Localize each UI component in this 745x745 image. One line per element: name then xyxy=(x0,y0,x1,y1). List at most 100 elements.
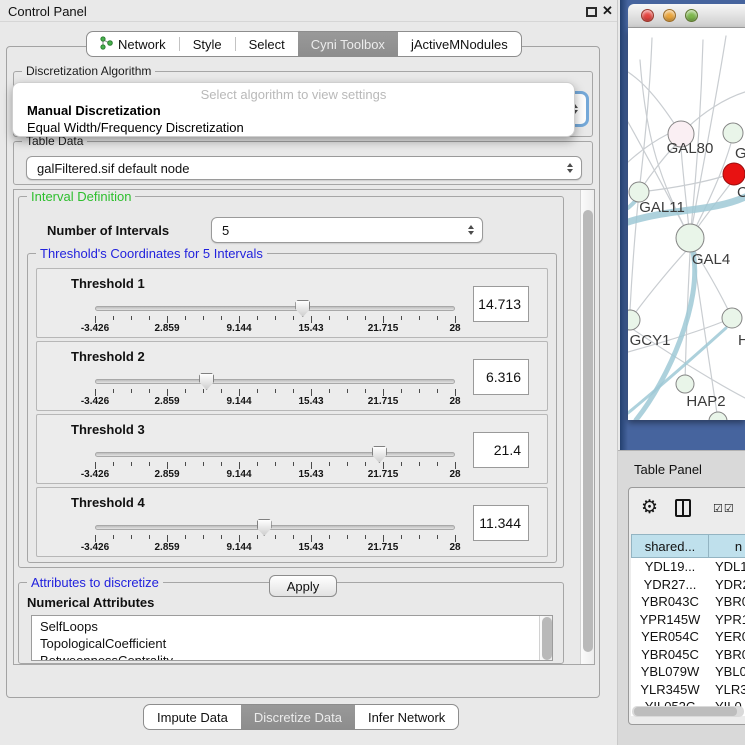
settings-vertical-scrollbar[interactable] xyxy=(580,190,595,665)
number-of-intervals-combobox[interactable]: 5 xyxy=(211,217,483,243)
tab-label: Infer Network xyxy=(368,710,445,725)
tab-cyni-toolbox[interactable]: Cyni Toolbox xyxy=(298,32,398,56)
slider-tick xyxy=(419,389,420,393)
attribute-item-topologicalcoefficient[interactable]: TopologicalCoefficient xyxy=(32,635,552,652)
table-column-header-1[interactable]: n xyxy=(709,534,745,558)
apply-button[interactable]: Apply xyxy=(269,575,337,597)
network-icon xyxy=(100,36,113,53)
close-icon[interactable]: ✕ xyxy=(602,3,613,19)
checked-boxes-icon[interactable]: ☑☑ xyxy=(713,502,735,515)
split-columns-icon[interactable] xyxy=(675,499,691,517)
slider-tick xyxy=(275,316,276,320)
network-node-ga[interactable] xyxy=(723,123,743,143)
table-horizontal-scrollbar[interactable] xyxy=(632,706,744,717)
table-row[interactable]: YDL19...YDL1 xyxy=(631,558,745,576)
slider-tick xyxy=(95,316,96,323)
threshold-slider-track[interactable] xyxy=(95,379,455,384)
attributes-list-scrollbar[interactable] xyxy=(539,616,552,661)
network-canvas[interactable]: GAL80GACGAL11GAL4GCY1HHAP2 xyxy=(628,28,745,420)
slider-tick xyxy=(185,462,186,466)
table-data-combobox[interactable]: galFiltered.sif default node xyxy=(26,156,582,180)
numerical-attributes-list[interactable]: SelfLoopsTopologicalCoefficientBetweenne… xyxy=(31,615,553,661)
slider-tick xyxy=(221,535,222,539)
slider-tick-label: 21.715 xyxy=(368,469,399,480)
threshold-value-field[interactable]: 11.344 xyxy=(473,505,529,541)
table-row[interactable]: YBR043CYBR0 xyxy=(631,593,745,611)
threshold-value-field[interactable]: 14.713 xyxy=(473,286,529,322)
close-traffic-light[interactable] xyxy=(641,9,654,22)
network-node-gcy1[interactable] xyxy=(628,310,640,330)
threshold-slider-thumb[interactable] xyxy=(372,446,387,463)
slider-tick xyxy=(167,316,168,323)
network-node-gal4[interactable] xyxy=(676,224,704,252)
table-data-value: galFiltered.sif default node xyxy=(37,161,189,176)
table-column-header-0[interactable]: shared... xyxy=(631,534,709,558)
network-node-label: GAL80 xyxy=(667,140,714,157)
slider-tick xyxy=(167,462,168,469)
settings-gear-icon[interactable]: ⚙ xyxy=(641,496,658,519)
table-row[interactable]: YPR145WYPR1 xyxy=(631,611,745,629)
threshold-slider-thumb[interactable] xyxy=(257,519,272,536)
threshold-slider-track[interactable] xyxy=(95,525,455,530)
slider-tick-label: 2.859 xyxy=(154,396,179,407)
table-cell: YBL0 xyxy=(709,663,745,681)
network-edge xyxy=(639,176,724,192)
slider-tick xyxy=(347,535,348,539)
threshold-slider-track[interactable] xyxy=(95,306,455,311)
tab-select[interactable]: Select xyxy=(236,32,298,56)
slider-tick xyxy=(347,316,348,320)
network-node-label: HAP2 xyxy=(686,393,725,410)
slider-tick xyxy=(455,535,456,542)
table-row[interactable]: YBR045CYBR0 xyxy=(631,646,745,664)
table-cell: YPR145W xyxy=(631,611,709,629)
control-panel-titlebar: Control Panel ✕ xyxy=(0,0,617,22)
tab-infer-network[interactable]: Infer Network xyxy=(355,705,458,729)
table-cell: YLR3 xyxy=(709,681,745,699)
slider-tick-label: 2.859 xyxy=(154,323,179,334)
slider-tick-label: 21.715 xyxy=(368,323,399,334)
attributes-group-title: Attributes to discretize xyxy=(27,575,163,590)
threshold-value-field[interactable]: 21.4 xyxy=(473,432,529,468)
dropdown-option-manual-discretization[interactable]: Manual Discretization xyxy=(27,103,161,118)
threshold-slider-track[interactable] xyxy=(95,452,455,457)
float-window-icon[interactable] xyxy=(586,7,597,17)
table-horizontal-scrollbar-thumb[interactable] xyxy=(634,707,737,716)
network-edge xyxy=(639,38,652,192)
network-window-titlebar[interactable] xyxy=(628,4,745,28)
slider-tick xyxy=(149,316,150,320)
slider-tick xyxy=(455,316,456,323)
table-panel-region: Table Panel ⚙ ☑☑ shared...n YDL19...YDL1… xyxy=(618,450,745,745)
table-row[interactable]: YER054CYER0 xyxy=(631,628,745,646)
slider-tick xyxy=(383,462,384,469)
slider-tick xyxy=(455,462,456,469)
threshold-slider-thumb[interactable] xyxy=(199,373,214,390)
table-cell: YBR0 xyxy=(709,593,745,611)
network-node-c[interactable] xyxy=(723,163,745,185)
number-of-intervals-label: Number of Intervals xyxy=(47,223,169,238)
tab-impute-data[interactable]: Impute Data xyxy=(144,705,241,729)
dropdown-option-equal-width-frequency[interactable]: Equal Width/Frequency Discretization xyxy=(27,120,244,135)
network-node-h[interactable] xyxy=(722,308,742,328)
tab-jactivemnodules[interactable]: jActiveMNodules xyxy=(398,32,521,56)
table-row[interactable]: YDR27...YDR2 xyxy=(631,576,745,594)
slider-tick-label: 2.859 xyxy=(154,469,179,480)
network-node-label: GAL11 xyxy=(639,199,685,216)
tab-style[interactable]: Style xyxy=(180,32,235,56)
minimize-traffic-light[interactable] xyxy=(663,9,676,22)
threshold-slider-thumb[interactable] xyxy=(295,300,310,317)
tab-network[interactable]: Network xyxy=(87,32,179,56)
table-cell: YBL079W xyxy=(631,663,709,681)
top-tab-bar: NetworkStyleSelectCyni ToolboxjActiveMNo… xyxy=(86,31,522,57)
attribute-item-betweennesscentrality[interactable]: BetweennessCentrality xyxy=(32,652,552,661)
table-cell: YBR043C xyxy=(631,593,709,611)
threshold-value-field[interactable]: 6.316 xyxy=(473,359,529,395)
attribute-item-selfloops[interactable]: SelfLoops xyxy=(32,618,552,635)
zoom-traffic-light[interactable] xyxy=(685,9,698,22)
table-row[interactable]: YBL079WYBL0 xyxy=(631,663,745,681)
table-panel-box: ⚙ ☑☑ shared...n YDL19...YDL1YDR27...YDR2… xyxy=(628,487,745,725)
network-node-hap2[interactable] xyxy=(676,375,694,393)
network-node[interactable] xyxy=(709,412,727,420)
table-row[interactable]: YLR345WYLR3 xyxy=(631,681,745,699)
network-edge xyxy=(630,192,639,310)
tab-discretize-data[interactable]: Discretize Data xyxy=(241,705,355,729)
